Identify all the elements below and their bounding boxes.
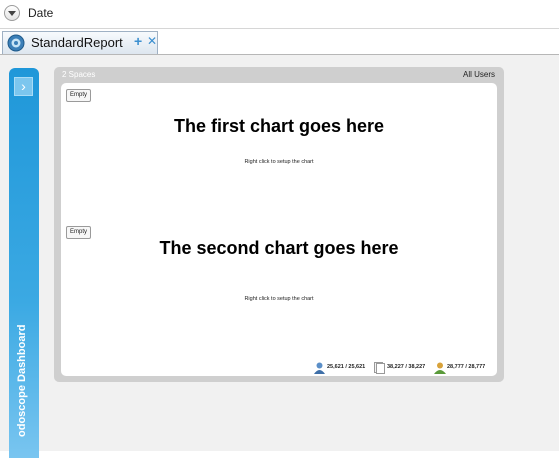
user-icon — [314, 362, 325, 374]
date-bar: Date — [0, 0, 559, 29]
main-area: › odoscope Dashboard 2 Spaces All Users … — [0, 55, 559, 458]
chevron-down-icon[interactable] — [4, 5, 20, 21]
stat-pages-value: 38,227 / 38,227 — [387, 364, 426, 370]
tab-title: StandardReport — [31, 35, 123, 50]
expand-sidebar-button[interactable]: › — [14, 77, 33, 96]
panel-body: Empty The first chart goes here Right cl… — [61, 83, 497, 376]
date-label: Date — [28, 6, 54, 20]
app-logo-icon — [7, 34, 25, 52]
spaces-count: 2 Spaces — [62, 70, 96, 79]
users-icon — [434, 362, 446, 374]
chart-2-placeholder-title[interactable]: The second chart goes here — [61, 238, 497, 259]
chart-1-hint: Right click to setup the chart — [244, 159, 314, 165]
stats-bar: 25,621 / 25,621 38,227 / 38,227 28,777 /… — [314, 361, 494, 375]
chart-2-hint: Right click to setup the chart — [244, 296, 314, 302]
dashboard-panel: 2 Spaces All Users Empty The first chart… — [54, 67, 504, 382]
close-icon[interactable]: ✕ — [147, 34, 157, 48]
tab-strip: StandardReport + ✕ — [0, 29, 559, 55]
user-filter[interactable]: All Users — [463, 70, 495, 79]
add-tab-icon[interactable]: + — [134, 33, 142, 49]
sidebar-title: odoscope Dashboard — [16, 324, 28, 437]
stat-users-value: 25,621 / 25,621 — [327, 364, 366, 370]
dashboard-sidebar: › odoscope Dashboard — [9, 68, 39, 458]
tab-standard-report[interactable]: StandardReport + ✕ — [2, 31, 158, 54]
chart-1-placeholder-title[interactable]: The first chart goes here — [61, 116, 497, 137]
stat-sessions-value: 28,777 / 28,777 — [447, 364, 486, 370]
chart-1-empty-button[interactable]: Empty — [66, 89, 91, 102]
page-icon — [374, 362, 385, 374]
